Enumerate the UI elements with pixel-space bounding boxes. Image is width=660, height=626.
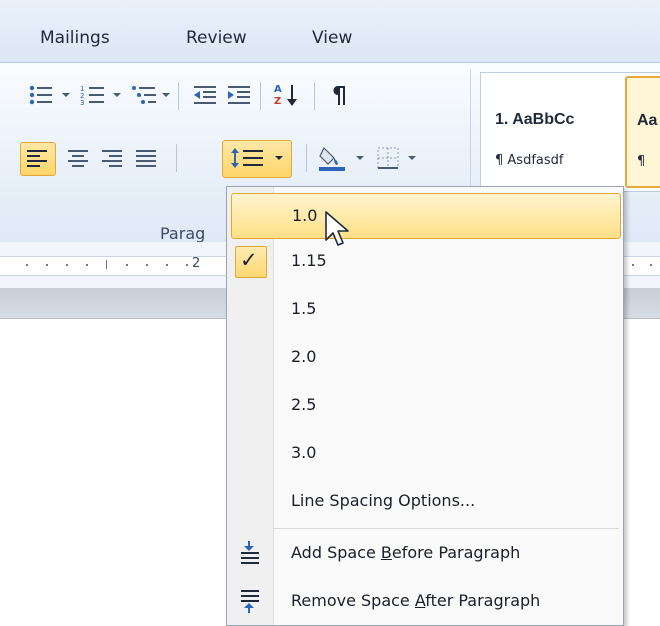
menu-item-remove-space-after[interactable]: Remove Space After Paragraph <box>227 579 623 623</box>
numbering-dropdown-arrow[interactable] <box>113 93 121 97</box>
menu-item-label: 1.0 <box>292 206 318 225</box>
add-space-before-icon <box>241 541 259 564</box>
svg-text:3: 3 <box>80 99 84 106</box>
ruler-tick <box>106 260 107 269</box>
line-spacing-icon <box>231 148 263 168</box>
menu-separator <box>273 528 619 529</box>
decrease-indent-icon[interactable] <box>192 84 218 106</box>
multilevel-list-icon[interactable] <box>130 84 158 106</box>
check-icon-box: ✓ <box>235 246 267 278</box>
menu-item-label: Remove Space After Paragraph <box>291 591 541 610</box>
menu-item-add-space-before[interactable]: Add Space Before Paragraph <box>227 531 623 575</box>
ruler-dot <box>186 264 188 266</box>
tab-review[interactable]: Review <box>186 28 247 48</box>
paragraph-group-label: Parag <box>160 224 206 243</box>
bullets-icon[interactable] <box>28 84 54 106</box>
borders-icon[interactable] <box>376 146 400 170</box>
ruler-dot <box>66 264 68 266</box>
line-spacing-menu: 1.0 ✓ 1.15 1.5 2.0 2.5 3.0 Line Spacing … <box>226 186 624 626</box>
style-name: ¶ <box>637 154 646 169</box>
svg-text:A: A <box>274 84 282 95</box>
ribbon-separator <box>260 82 261 110</box>
style-name: ¶ Asdfasdf <box>495 153 564 168</box>
menu-item-spacing-2-0[interactable]: 2.0 <box>227 335 623 379</box>
increase-indent-icon[interactable] <box>226 84 252 106</box>
bullets-dropdown-arrow[interactable] <box>62 93 70 97</box>
tab-mailings[interactable]: Mailings <box>40 28 110 48</box>
multilevel-dropdown-arrow[interactable] <box>162 93 170 97</box>
borders-dropdown-arrow[interactable] <box>408 156 416 160</box>
menu-item-label: 1.5 <box>291 299 317 318</box>
menu-item-spacing-3-0[interactable]: 3.0 <box>227 431 623 475</box>
shading-icon[interactable] <box>318 144 348 172</box>
menu-item-spacing-1-0[interactable]: 1.0 <box>231 193 621 239</box>
align-center-icon[interactable] <box>68 149 88 167</box>
checkmark-icon: ✓ <box>240 248 258 272</box>
ribbon-separator <box>314 82 315 110</box>
ribbon-tab-bar: Mailings Review View <box>0 0 660 62</box>
menu-item-line-spacing-options[interactable]: Line Spacing Options... <box>227 479 623 523</box>
menu-item-label: 3.0 <box>291 443 317 462</box>
menu-item-label: 2.0 <box>291 347 317 366</box>
align-left-icon <box>27 150 47 167</box>
ruler-dot <box>46 264 48 266</box>
menu-item-spacing-1-5[interactable]: 1.5 <box>227 287 623 331</box>
remove-space-after-icon <box>241 590 259 613</box>
align-right-icon[interactable] <box>102 149 122 167</box>
ruler-dot <box>26 264 28 266</box>
ruler-dot <box>146 264 148 266</box>
menu-item-label: Add Space Before Paragraph <box>291 543 521 562</box>
ruler-dot <box>86 264 88 266</box>
style-card-selected[interactable]: Aa ¶ <box>625 76 660 188</box>
menu-item-label: 2.5 <box>291 395 317 414</box>
ruler-number: 2 <box>192 256 201 271</box>
menu-item-label: Line Spacing Options... <box>291 491 476 510</box>
tab-view[interactable]: View <box>312 28 352 48</box>
line-spacing-dropdown-arrow <box>275 156 283 160</box>
style-preview: Aa <box>637 112 658 129</box>
ruler-dot <box>166 264 168 266</box>
menu-item-spacing-1-15[interactable]: ✓ 1.15 <box>227 239 623 283</box>
menu-item-label: 1.15 <box>291 251 327 270</box>
style-card-numbered[interactable]: 1. AaBbCc ¶ Asdfasdf <box>481 73 613 189</box>
ruler-dot <box>650 264 652 266</box>
style-preview: 1. AaBbCc <box>495 111 575 128</box>
justify-icon[interactable] <box>136 149 156 167</box>
show-formatting-marks-icon[interactable] <box>330 84 348 106</box>
svg-text:Z: Z <box>274 96 281 107</box>
ruler-dot <box>632 264 634 266</box>
sort-icon[interactable]: A Z <box>274 82 304 108</box>
shading-dropdown-arrow[interactable] <box>356 156 364 160</box>
menu-item-spacing-2-5[interactable]: 2.5 <box>227 383 623 427</box>
ruler-dot <box>126 264 128 266</box>
numbering-icon[interactable]: 1 2 3 <box>80 84 106 106</box>
ribbon-separator <box>178 82 179 110</box>
ribbon-separator <box>306 144 307 172</box>
mouse-pointer-icon <box>325 211 349 246</box>
ribbon-separator <box>176 144 177 172</box>
